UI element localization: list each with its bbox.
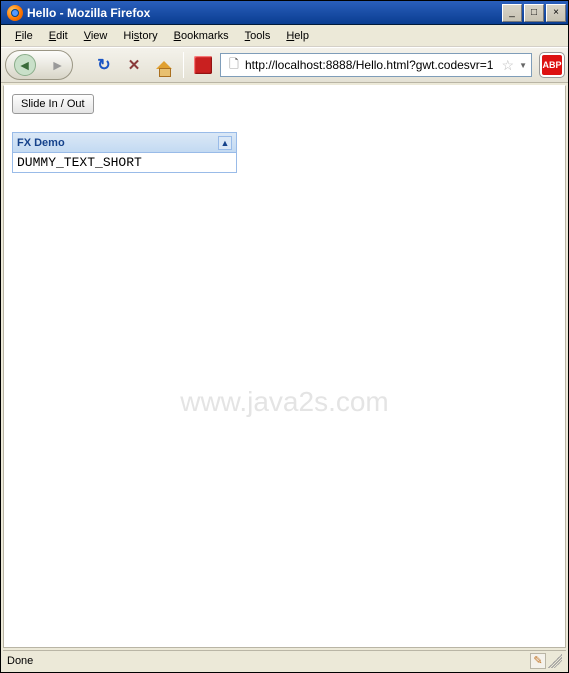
- bookmark-star-icon[interactable]: ☆: [502, 57, 515, 74]
- menu-history[interactable]: History: [115, 28, 165, 44]
- menu-edit[interactable]: Edit: [41, 28, 76, 44]
- close-button[interactable]: ×: [546, 4, 566, 22]
- watermark: www.java2s.com: [4, 386, 565, 418]
- site-button[interactable]: [190, 52, 216, 78]
- minimize-button[interactable]: _: [502, 4, 522, 22]
- status-text: Done: [7, 655, 33, 667]
- abp-button[interactable]: ABP: [540, 53, 564, 77]
- window-title: Hello - Mozilla Firefox: [27, 6, 502, 20]
- statusbar: Done ✎: [3, 650, 566, 670]
- panel-header[interactable]: FX Demo ▲: [13, 133, 236, 153]
- favicon-icon: 🗋: [226, 57, 242, 73]
- status-tool-icon[interactable]: ✎: [530, 653, 546, 669]
- reload-button[interactable]: ↻: [91, 52, 117, 78]
- menu-view[interactable]: View: [76, 28, 116, 44]
- chevron-up-icon: ▲: [221, 138, 230, 148]
- menu-help[interactable]: Help: [278, 28, 317, 44]
- firefox-icon: [7, 5, 23, 21]
- stop-icon: ✕: [128, 56, 141, 74]
- home-button[interactable]: [151, 52, 177, 78]
- panel-title: FX Demo: [17, 137, 65, 149]
- back-icon[interactable]: ◄: [14, 54, 36, 76]
- menu-file[interactable]: File: [7, 28, 41, 44]
- maximize-button[interactable]: □: [524, 4, 544, 22]
- url-dropdown-icon[interactable]: ▼: [519, 61, 527, 70]
- menu-tools[interactable]: Tools: [237, 28, 279, 44]
- url-bar[interactable]: 🗋 http://localhost:8888/Hello.html?gwt.c…: [220, 53, 532, 77]
- titlebar: Hello - Mozilla Firefox _ □ ×: [1, 1, 568, 25]
- stop-button[interactable]: ✕: [121, 52, 147, 78]
- toolbar: ◄ ► ↻ ✕ 🗋 http://localhost:8888/Hello.ht…: [1, 47, 568, 83]
- nav-back-forward[interactable]: ◄ ►: [5, 50, 73, 80]
- menubar: File Edit View History Bookmarks Tools H…: [1, 25, 568, 47]
- home-icon: [156, 61, 172, 69]
- site-icon: [194, 56, 212, 74]
- slide-in-out-button[interactable]: Slide In / Out: [12, 94, 94, 114]
- fx-demo-panel: FX Demo ▲ DUMMY_TEXT_SHORT: [12, 132, 237, 173]
- panel-body: DUMMY_TEXT_SHORT: [13, 153, 236, 172]
- reload-icon: ↻: [97, 55, 110, 75]
- resize-grip-icon[interactable]: [548, 654, 562, 668]
- collapse-button[interactable]: ▲: [218, 136, 232, 150]
- menu-bookmarks[interactable]: Bookmarks: [166, 28, 237, 44]
- toolbar-separator: [183, 52, 184, 78]
- url-text[interactable]: http://localhost:8888/Hello.html?gwt.cod…: [245, 58, 499, 72]
- page-content: Slide In / Out FX Demo ▲ DUMMY_TEXT_SHOR…: [3, 85, 566, 648]
- forward-icon[interactable]: ►: [51, 58, 65, 72]
